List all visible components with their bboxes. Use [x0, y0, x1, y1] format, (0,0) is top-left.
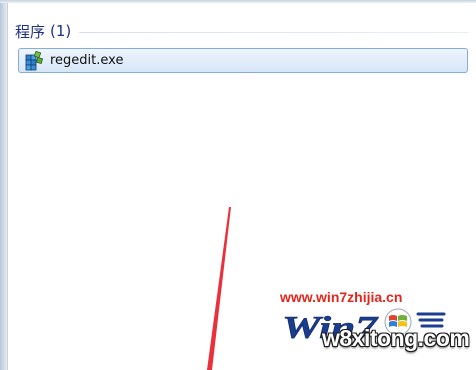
group-title: 程序: [15, 22, 46, 41]
group-count: (1): [50, 22, 72, 40]
registry-editor-icon: [24, 50, 44, 71]
group-divider: [79, 31, 468, 33]
watermark-site: w8xitong.com: [322, 325, 470, 351]
watermark-url: www.win7zhijia.cn: [280, 289, 403, 305]
window-frame-left: [0, 0, 8, 370]
search-result-label: regedit.exe: [50, 53, 124, 68]
search-result-regedit[interactable]: regedit.exe: [18, 48, 468, 73]
group-header-programs: 程序 (1): [15, 21, 468, 41]
